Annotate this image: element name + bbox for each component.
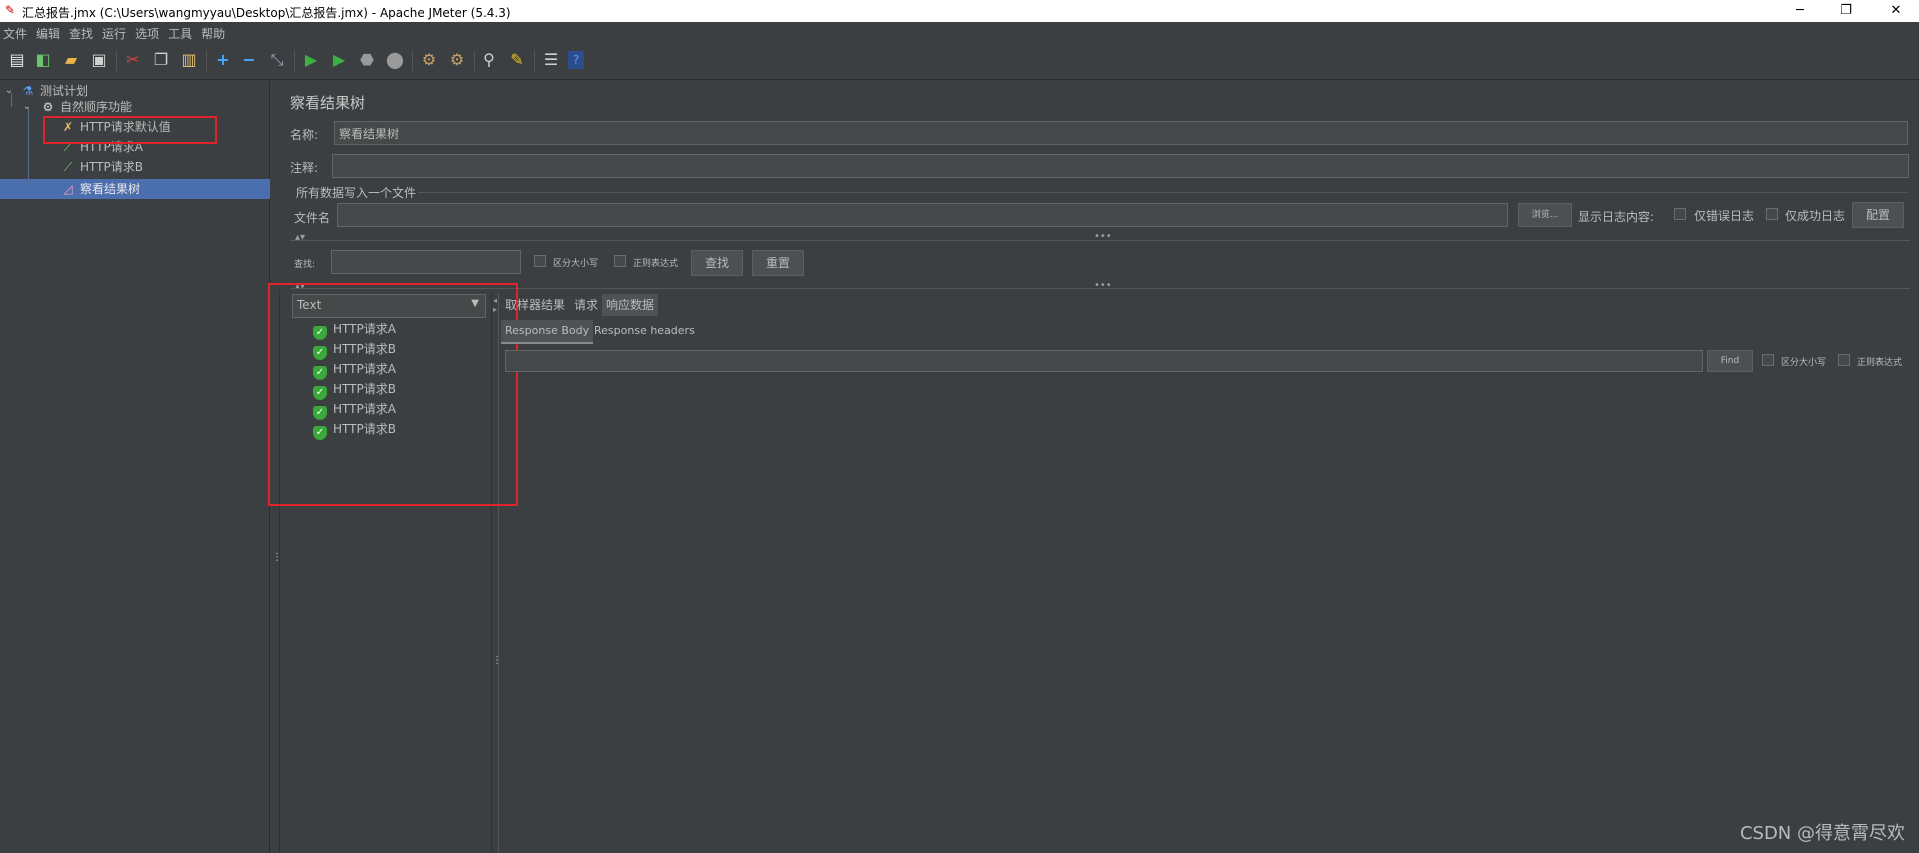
chevron-down-icon[interactable]: ⌄	[21, 101, 33, 113]
function-helper-icon[interactable]: ☰	[540, 49, 562, 71]
case-sensitive-checkbox[interactable]	[534, 255, 546, 267]
highlight-box	[43, 116, 217, 144]
tree-node-view-results-tree[interactable]: ◿ 察看结果树	[60, 180, 140, 198]
search-icon[interactable]: ⚲	[478, 49, 500, 71]
flask-icon: ⚗	[22, 84, 34, 98]
reset-button[interactable]: 重置	[752, 250, 804, 276]
success-only-checkbox[interactable]	[1766, 208, 1778, 220]
response-case-sensitive-checkbox[interactable]	[1762, 354, 1774, 366]
new-icon[interactable]: ▤	[6, 49, 28, 71]
errors-only-checkbox[interactable]	[1674, 208, 1686, 220]
shutdown-icon[interactable]: ⬤	[384, 49, 406, 71]
save-icon[interactable]: ▣	[88, 49, 110, 71]
splitter-handle-icon[interactable]: ⋮	[272, 552, 282, 563]
toolbar-separator	[534, 51, 535, 71]
section-divider	[290, 288, 1910, 289]
toolbar-separator	[206, 51, 207, 71]
gear-icon: ⚙	[42, 100, 54, 114]
tab-response-data[interactable]: 响应数据	[602, 294, 659, 316]
section-divider	[418, 192, 1908, 193]
comment-label: 注释:	[290, 161, 319, 175]
menu-bar: 文件 编辑 查找 运行 选项 工具 帮助	[0, 22, 1919, 42]
cut-icon[interactable]: ✂	[122, 49, 144, 71]
stop-icon[interactable]: ⬣	[356, 49, 378, 71]
splitter-handle-icon[interactable]: •••	[1094, 280, 1112, 291]
configure-button[interactable]: 配置	[1852, 202, 1904, 228]
test-plan-tree: ⌄ ⌄ ⚗ 测试计划 ⚙ 自然顺序功能 ✗ HTTP请求默认值 ⟋ HTTP请求A ⟋ H…	[0, 81, 270, 853]
name-field[interactable]: 察看结果树	[334, 121, 1908, 145]
close-button[interactable]: ✕	[1873, 0, 1919, 22]
filename-label: 文件名	[294, 211, 331, 225]
response-search-field[interactable]	[505, 350, 1703, 372]
copy-icon[interactable]: ❐	[150, 49, 172, 71]
menu-edit[interactable]: 编辑	[33, 22, 66, 42]
toolbar-separator	[294, 51, 295, 71]
menu-help[interactable]: 帮助	[198, 22, 231, 42]
window-title: 汇总报告.jmx (C:\Users\wangmyyau\Desktop\汇总报…	[22, 6, 511, 20]
menu-file[interactable]: 文件	[0, 22, 33, 42]
subtab-response-headers[interactable]: Response headers	[590, 320, 699, 342]
chevron-down-icon[interactable]: ⌄	[3, 85, 15, 97]
response-regex-label: 正则表达式	[1857, 358, 1903, 368]
templates-icon[interactable]: ◧	[32, 49, 54, 71]
regex-checkbox[interactable]	[614, 255, 626, 267]
pipette-icon: ⟋	[63, 160, 73, 174]
panel-title: 察看结果树	[290, 94, 366, 112]
menu-search[interactable]: 查找	[66, 22, 99, 42]
name-label: 名称:	[290, 128, 319, 142]
section-divider	[290, 240, 1910, 241]
regex-label: 正则表达式	[633, 259, 679, 269]
browse-button[interactable]: 浏览...	[1518, 203, 1572, 227]
toolbar-separator	[474, 51, 475, 71]
errors-only-label: 仅错误日志	[1694, 209, 1755, 223]
maximize-button[interactable]: ❐	[1823, 0, 1869, 22]
help-icon[interactable]: ?	[568, 51, 584, 69]
case-sensitive-label: 区分大小写	[553, 259, 599, 269]
find-button[interactable]: Find	[1707, 350, 1753, 372]
chart-icon: ◿	[63, 182, 73, 196]
menu-options[interactable]: 选项	[132, 22, 165, 42]
search-button[interactable]: 查找	[691, 250, 743, 276]
start-icon[interactable]: ▶	[300, 49, 322, 71]
reset-search-icon[interactable]: ✎	[506, 49, 528, 71]
comment-field[interactable]	[332, 154, 1909, 178]
tree-node-http-request-b[interactable]: ⟋ HTTP请求B	[60, 158, 143, 176]
start-no-pause-icon[interactable]: ▶	[328, 49, 350, 71]
watermark: CSDN @得意霄尽欢	[1739, 823, 1905, 844]
minimize-button[interactable]: ─	[1777, 0, 1823, 22]
collapse-icon[interactable]: −	[238, 49, 260, 71]
filename-field[interactable]	[337, 203, 1508, 227]
title-bar: ✎ 汇总报告.jmx (C:\Users\wangmyyau\Desktop\汇…	[0, 0, 1919, 22]
expand-icon[interactable]: +	[212, 49, 234, 71]
toggle-icon[interactable]: ⤡	[266, 49, 288, 71]
tab-sampler-result[interactable]: 取样器结果	[501, 294, 569, 316]
toolbar-separator	[412, 51, 413, 71]
toolbar: ▤ ◧ ▰ ▣ ✂ ❐ ▥ + − ⤡ ▶ ▶ ⬣ ⬤ ⚙ ⚙ ⚲ ✎ ☰ ?	[0, 42, 1919, 80]
paste-icon[interactable]: ▥	[178, 49, 200, 71]
clear-all-icon[interactable]: ⚙	[446, 49, 468, 71]
menu-run[interactable]: 运行	[99, 22, 132, 42]
tree-line	[28, 109, 29, 183]
tree-node-thread-group[interactable]: ⚙ 自然顺序功能	[40, 98, 132, 116]
search-field[interactable]	[331, 250, 521, 274]
menu-tools[interactable]: 工具	[165, 22, 198, 42]
search-label: 查找:	[294, 260, 316, 270]
file-section-title: 所有数据写入一个文件	[296, 186, 417, 200]
tab-request[interactable]: 请求	[570, 294, 602, 316]
subtab-response-body[interactable]: Response Body	[501, 320, 594, 344]
open-icon[interactable]: ▰	[60, 49, 82, 71]
toolbar-separator	[116, 51, 117, 71]
response-regex-checkbox[interactable]	[1838, 354, 1850, 366]
success-only-label: 仅成功日志	[1785, 209, 1846, 223]
response-case-sensitive-label: 区分大小写	[1781, 358, 1827, 368]
collapse-arrows-icon[interactable]: ▴▾	[295, 232, 305, 243]
clear-icon[interactable]: ⚙	[418, 49, 440, 71]
jmeter-feather-icon: ✎	[5, 3, 16, 17]
log-content-label: 显示日志内容:	[1578, 210, 1655, 224]
splitter-handle-icon[interactable]: ⋮	[492, 655, 502, 666]
highlight-box	[268, 283, 518, 506]
